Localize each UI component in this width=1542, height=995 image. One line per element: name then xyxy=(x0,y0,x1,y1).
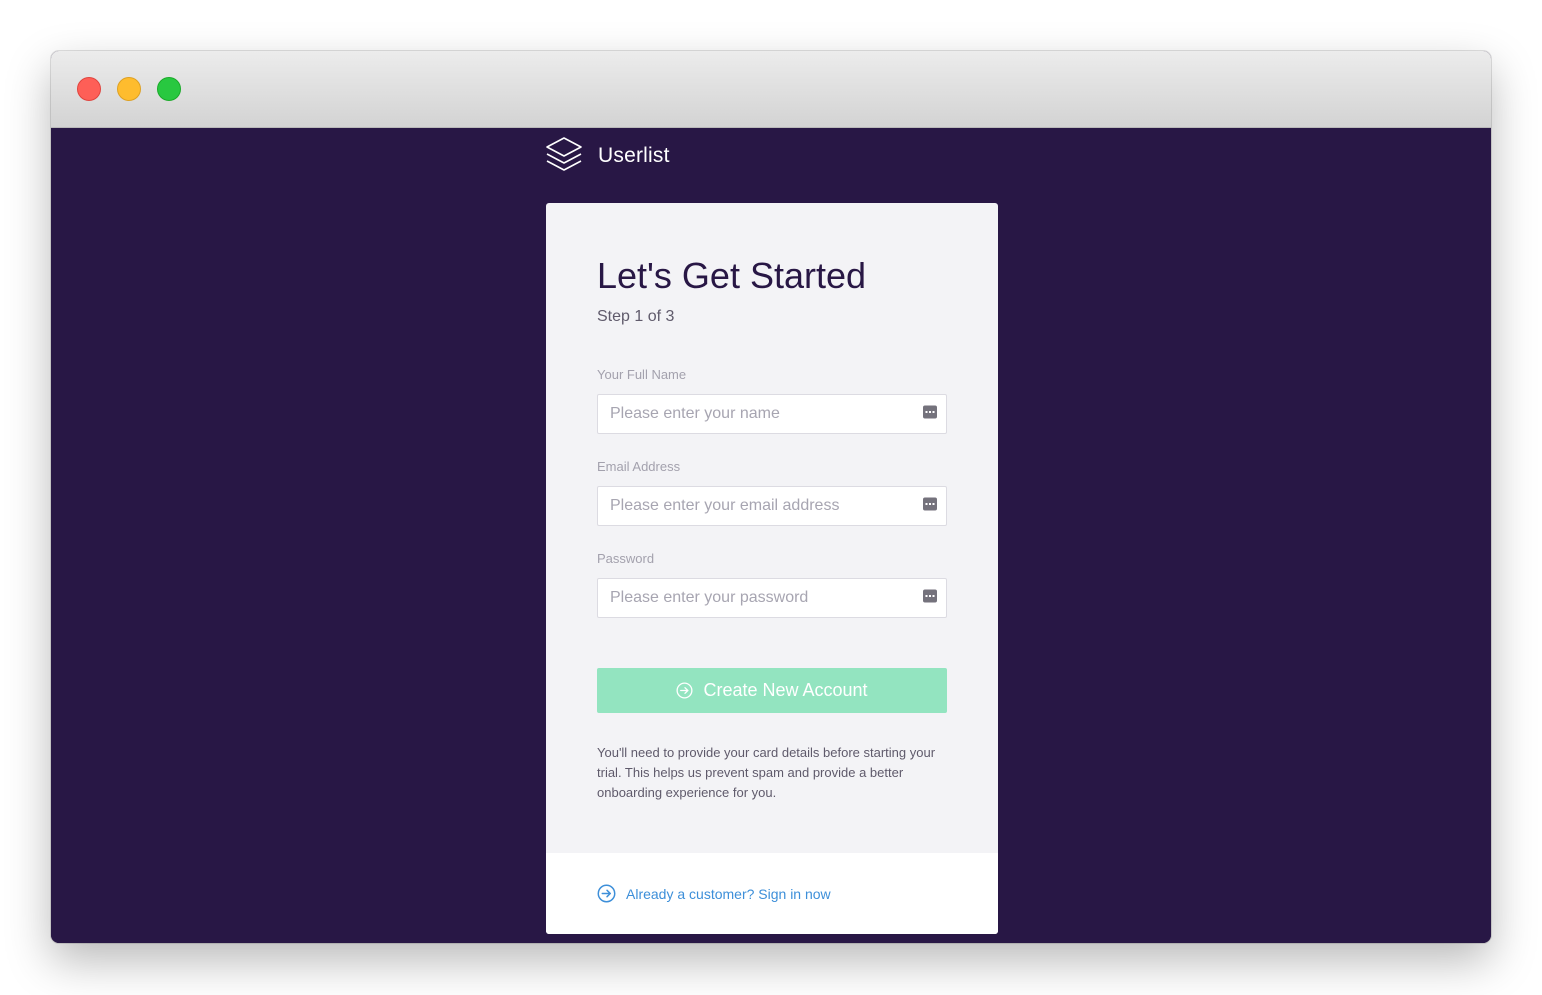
close-window-button[interactable] xyxy=(77,77,101,101)
minimize-window-button[interactable] xyxy=(117,77,141,101)
card-details-note: You'll need to provide your card details… xyxy=(597,745,936,800)
full-name-label: Your Full Name xyxy=(597,367,687,382)
maximize-window-button[interactable] xyxy=(157,77,181,101)
app-window: Userlist Let's Get Started Step 1 of 3 Y… xyxy=(51,51,1491,943)
sign-in-link[interactable]: Already a customer? Sign in now xyxy=(597,884,831,903)
stacked-layers-logo-icon xyxy=(546,137,582,171)
arrow-circle-right-icon xyxy=(597,884,616,903)
create-account-label: Create New Account xyxy=(703,680,868,700)
create-account-button[interactable]: Create New Account xyxy=(597,668,947,713)
signup-card: Let's Get Started Step 1 of 3 Your Full … xyxy=(546,203,998,934)
sign-in-label: Already a customer? Sign in now xyxy=(626,885,831,902)
step-indicator: Step 1 of 3 xyxy=(597,308,675,325)
keyboard-icon[interactable] xyxy=(923,497,937,511)
full-name-field[interactable] xyxy=(597,394,947,434)
brand-name: Userlist xyxy=(598,144,670,167)
brand[interactable]: Userlist xyxy=(545,136,670,176)
password-field[interactable] xyxy=(597,578,947,618)
password-label: Password xyxy=(597,551,655,566)
email-field[interactable] xyxy=(597,486,947,526)
keyboard-icon[interactable] xyxy=(923,405,937,419)
keyboard-icon[interactable] xyxy=(923,589,937,603)
window-titlebar xyxy=(51,51,1491,128)
email-label: Email Address xyxy=(597,459,681,474)
card-footer: Already a customer? Sign in now xyxy=(546,853,998,934)
password-input[interactable] xyxy=(598,579,910,617)
page-title: Let's Get Started xyxy=(597,255,867,296)
page-content: Userlist Let's Get Started Step 1 of 3 Y… xyxy=(51,128,1491,943)
arrow-circle-right-icon xyxy=(676,682,693,699)
full-name-input[interactable] xyxy=(598,395,910,433)
email-input[interactable] xyxy=(598,487,910,525)
